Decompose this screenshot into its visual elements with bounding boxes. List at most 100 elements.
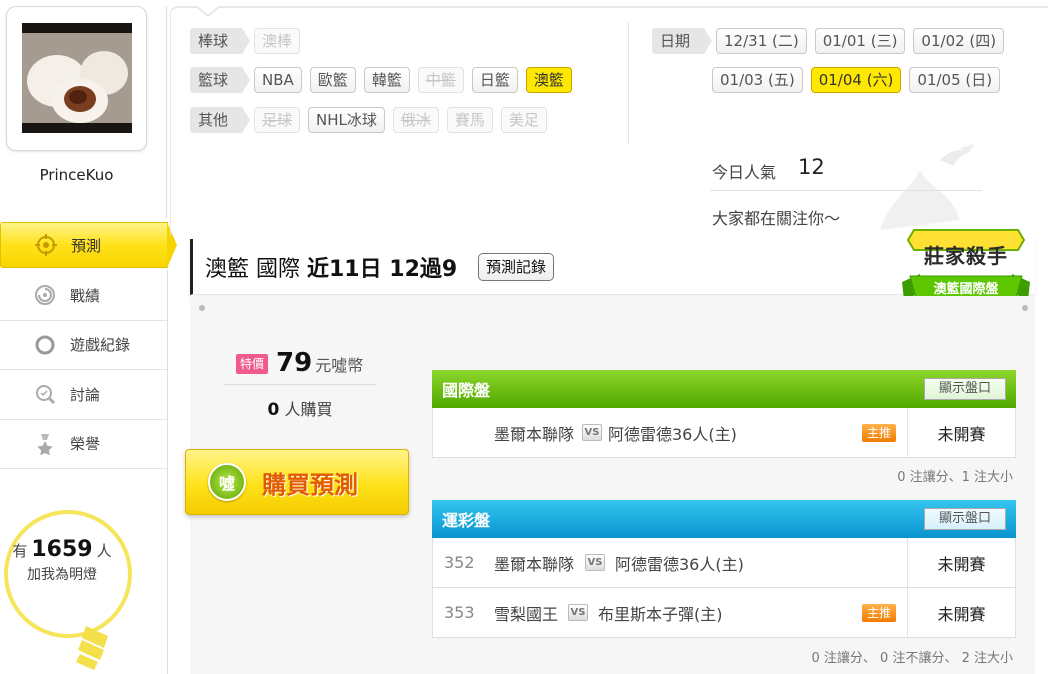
buyers-number: 0 bbox=[267, 400, 280, 420]
sports-lottery-panel: 運彩盤 顯示盤口 352 墨爾本聯隊 VS 阿德雷德36人(主) 未開賽 353… bbox=[432, 500, 1016, 638]
divider bbox=[628, 22, 629, 144]
show-odds-button[interactable]: 顯示盤口 bbox=[923, 378, 1006, 400]
ring-icon bbox=[34, 334, 56, 356]
sidebar-item-discussion[interactable]: 討論 bbox=[0, 370, 168, 420]
date-row-2: 01/03 (五) 01/04 (六) 01/05 (日) bbox=[712, 67, 1001, 93]
show-odds-button[interactable]: 顯示盤口 bbox=[923, 508, 1006, 530]
league-chip[interactable]: 中籃 bbox=[417, 67, 464, 93]
divider bbox=[710, 190, 982, 191]
medal-icon bbox=[34, 433, 56, 455]
sidebar-item-game-log[interactable]: 遊戲紀錄 bbox=[0, 321, 168, 370]
away-team: 阿德雷德36人(主) bbox=[615, 554, 744, 574]
badge-subtitle: 澳籃國際盤 bbox=[933, 282, 999, 297]
popularity-label: 今日人氣 bbox=[712, 163, 777, 182]
away-team: 阿德雷德36人(主) bbox=[608, 424, 737, 444]
match-status: 未開賽 bbox=[937, 424, 986, 444]
filter-row-other: 其他 足球 NHL冰球 俄冰 賽馬 美足 bbox=[190, 107, 547, 133]
popularity-value: 12 bbox=[798, 155, 825, 179]
league-chip[interactable]: 足球 bbox=[254, 107, 301, 133]
category-label-other: 其他 bbox=[190, 107, 251, 133]
match-row[interactable]: 墨爾本聯隊 VS 阿德雷德36人(主) 主推 未開賽 bbox=[432, 408, 1016, 458]
special-price-badge: 特價 bbox=[236, 354, 269, 374]
sidebar-item-predict[interactable]: 預測 bbox=[0, 222, 177, 268]
follow-text: 大家都在關注你～ bbox=[712, 209, 841, 228]
price-block: 特價 79 元噓幣 bbox=[236, 348, 363, 378]
filter-row-basketball: 籃球 NBA 歐籃 韓籃 中籃 日籃 澳籃 bbox=[190, 67, 572, 93]
divider bbox=[167, 270, 168, 674]
league-chip-selected[interactable]: 澳籃 bbox=[525, 67, 572, 93]
sidebar-item-record[interactable]: 戰績 bbox=[0, 271, 168, 321]
league-chip[interactable]: 美足 bbox=[500, 107, 547, 133]
fans-prefix: 有 bbox=[12, 542, 28, 560]
league-chip[interactable]: NHL冰球 bbox=[308, 107, 385, 133]
panel-title: 國際盤 bbox=[442, 381, 491, 400]
prediction-content: 特價 79 元噓幣 0 人購買 噓 購買預測 國際盤 顯示盤口 墨爾本聯隊 VS… bbox=[185, 296, 1035, 674]
league-title: 澳籃 國際 bbox=[205, 257, 300, 282]
avatar-card[interactable] bbox=[6, 6, 147, 151]
sidebar-item-label: 榮譽 bbox=[70, 435, 101, 454]
sidebar-nav: 預測 戰績 遊戲紀錄 討論 榮譽 bbox=[0, 222, 177, 469]
date-chip[interactable]: 01/03 (五) bbox=[712, 67, 803, 93]
pointer-notch bbox=[196, 6, 220, 18]
category-label-date: 日期 bbox=[652, 28, 713, 54]
vs-icon: VS bbox=[568, 604, 588, 621]
category-label-basketball: 籃球 bbox=[190, 67, 251, 93]
recommend-badge: 主推 bbox=[862, 603, 896, 622]
date-chip[interactable]: 12/31 (二) bbox=[716, 28, 807, 54]
badge-title: 莊家殺手 bbox=[924, 244, 1008, 268]
fans-subtitle: 加我為明燈 bbox=[27, 567, 97, 583]
league-chip[interactable]: 日籃 bbox=[471, 67, 518, 93]
crosshair-icon bbox=[35, 234, 57, 256]
date-chip[interactable]: 01/01 (三) bbox=[814, 28, 906, 54]
sidebar-item-honor[interactable]: 榮譽 bbox=[0, 420, 168, 469]
match-number: 353 bbox=[444, 603, 475, 622]
league-chip[interactable]: 歐籃 bbox=[309, 67, 356, 93]
buyers-label: 人購買 bbox=[284, 400, 333, 419]
fans-suffix: 人 bbox=[96, 542, 112, 560]
magnifier-icon bbox=[34, 383, 56, 405]
sidebar-item-label: 遊戲紀錄 bbox=[70, 336, 131, 355]
username: PrinceKuo bbox=[39, 166, 114, 184]
coin-icon: 噓 bbox=[208, 463, 246, 501]
match-status: 未開賽 bbox=[937, 554, 986, 574]
recommend-badge: 主推 bbox=[862, 423, 896, 442]
page-title: 澳籃 國際 近11日 12過9 bbox=[205, 251, 457, 283]
match-status: 未開賽 bbox=[937, 604, 986, 624]
home-team: 雪梨國王 bbox=[494, 604, 559, 624]
panel-footer: 0 注讓分、 0 注不讓分、 2 注大小 bbox=[811, 651, 1013, 666]
league-chip[interactable]: 韓籃 bbox=[363, 67, 410, 93]
match-number: 352 bbox=[444, 553, 475, 572]
sidebar-item-label: 戰績 bbox=[70, 286, 101, 305]
streak-title: 近11日 12過9 bbox=[307, 257, 458, 282]
price-value: 79 bbox=[276, 348, 313, 378]
prediction-record-button[interactable]: 預測記錄 bbox=[478, 253, 555, 281]
panel-footer: 0 注讓分、1 注大小 bbox=[897, 470, 1013, 485]
panel-header: 國際盤 顯示盤口 bbox=[432, 370, 1016, 408]
league-chip[interactable]: 俄冰 bbox=[392, 107, 439, 133]
match-row[interactable]: 353 雪梨國王 VS 布里斯本子彈(主) 主推 未開賽 bbox=[432, 588, 1016, 638]
match-row[interactable]: 352 墨爾本聯隊 VS 阿德雷德36人(主) 未開賽 bbox=[432, 538, 1016, 588]
rivet bbox=[199, 305, 205, 311]
date-chip[interactable]: 01/05 (日) bbox=[909, 67, 1001, 93]
date-chip[interactable]: 01/02 (四) bbox=[913, 28, 1005, 54]
fans-counter: 有 1659 人 加我為明燈 bbox=[0, 538, 124, 587]
fans-count: 1659 bbox=[31, 537, 93, 562]
divider bbox=[224, 384, 376, 385]
vs-icon: VS bbox=[582, 424, 602, 441]
league-chip[interactable]: 澳棒 bbox=[254, 28, 301, 54]
rivet bbox=[1022, 305, 1028, 311]
international-odds-panel: 國際盤 顯示盤口 墨爾本聯隊 VS 阿德雷德36人(主) 主推 未開賽 bbox=[432, 370, 1016, 458]
avatar[interactable] bbox=[22, 23, 132, 133]
panel-title: 運彩盤 bbox=[442, 511, 491, 530]
home-team: 墨爾本聯隊 bbox=[494, 554, 575, 574]
league-chip[interactable]: 賽馬 bbox=[446, 107, 493, 133]
league-chip[interactable]: NBA bbox=[254, 67, 302, 93]
lightbulb-icon bbox=[4, 510, 132, 670]
buy-button-label: 購買預測 bbox=[262, 470, 358, 499]
home-team: 墨爾本聯隊 bbox=[494, 424, 575, 444]
price-unit: 元噓幣 bbox=[315, 356, 364, 375]
date-chip-selected[interactable]: 01/04 (六) bbox=[810, 67, 902, 93]
buy-prediction-button[interactable]: 噓 購買預測 bbox=[185, 449, 409, 515]
away-team: 布里斯本子彈(主) bbox=[598, 604, 723, 624]
filter-row-baseball: 棒球 澳棒 bbox=[190, 28, 301, 54]
